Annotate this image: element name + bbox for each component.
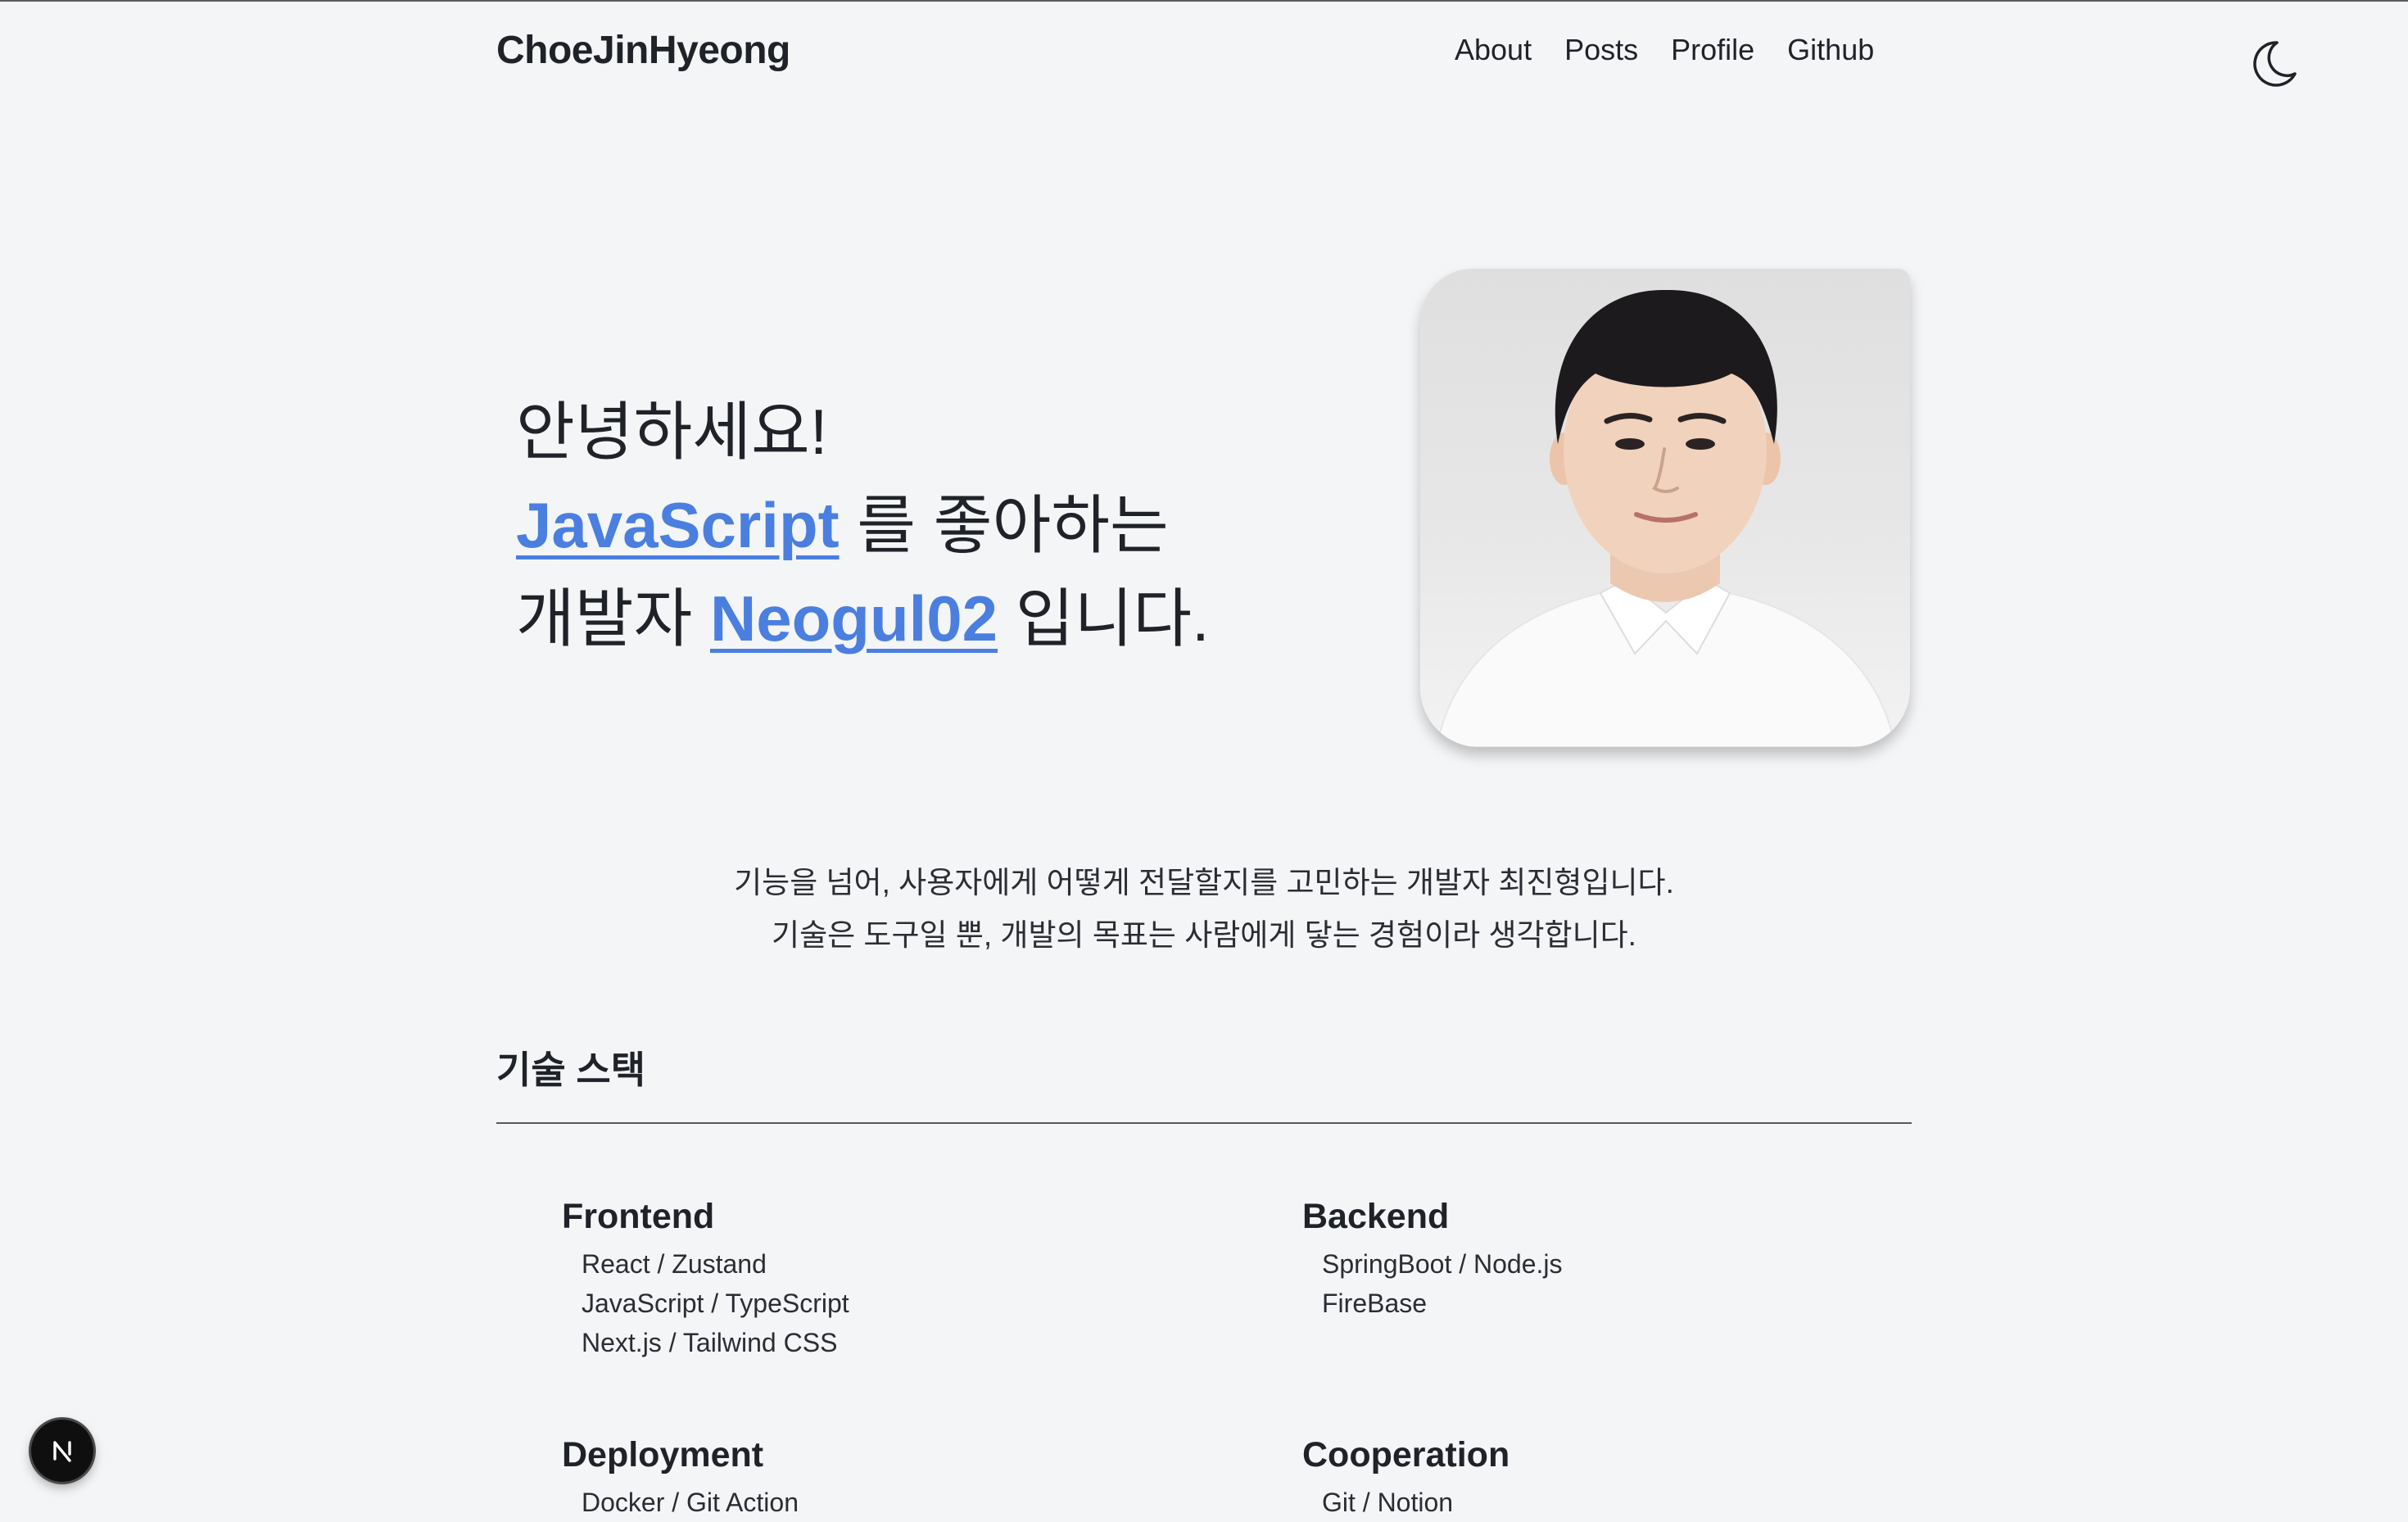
hero-line-3-prefix: 개발자 — [516, 582, 710, 655]
moon-icon — [2253, 41, 2297, 87]
stack-item: Docker / Git Action — [582, 1488, 799, 1517]
intro-line-1: 기능을 넘어, 사용자에게 어떻게 전달할지를 고민하는 개발자 최진형입니다. — [734, 866, 1674, 899]
intro-line-2: 기술은 도구일 뿐, 개발의 목표는 사람에게 닿는 경험이라 생각합니다. — [772, 918, 1636, 952]
stack-list: SpringBoot / Node.js FireBase — [1322, 1244, 1876, 1323]
stack-item: SpringBoot / Node.js — [1322, 1249, 1563, 1279]
nav-github[interactable]: Github — [1787, 33, 1874, 67]
hero-line-2-suffix: 를 좋아하는 — [839, 489, 1169, 561]
hero-line-2: JavaScript 를 좋아하는 — [516, 478, 1210, 572]
stack-group-deployment: Deployment Docker / Git Action — [562, 1432, 1135, 1522]
nextjs-dev-badge[interactable] — [31, 1420, 93, 1482]
stack-group-frontend: Frontend React / Zustand JavaScript / Ty… — [562, 1194, 1135, 1362]
stack-group-title: Cooperation — [1302, 1435, 1510, 1474]
nav-posts[interactable]: Posts — [1564, 33, 1638, 67]
section-divider — [496, 1122, 1912, 1124]
top-border — [0, 0, 2408, 2]
nav-about[interactable]: About — [1455, 33, 1532, 67]
main-nav: About Posts Profile Github — [1455, 33, 1874, 67]
stack-group-title: Deployment — [562, 1435, 764, 1474]
stack-group-backend: Backend SpringBoot / Node.js FireBase — [1302, 1194, 1876, 1323]
tech-stack-title: 기술 스택 — [496, 1049, 646, 1091]
github-name-link[interactable]: Neogul02 — [710, 582, 998, 655]
stack-list: Git / Notion — [1322, 1483, 1876, 1522]
hero-line-3: 개발자 Neogul02 입니다. — [516, 572, 1210, 665]
nav-profile[interactable]: Profile — [1671, 33, 1754, 67]
hero-line-1: 안녕하세요! — [516, 396, 828, 468]
stack-item: React / Zustand — [582, 1249, 767, 1279]
stack-item: FireBase — [1322, 1289, 1428, 1318]
intro: 기능을 넘어, 사용자에게 어떻게 전달할지를 고민하는 개발자 최진형입니다.… — [0, 857, 2408, 962]
stack-item: Next.js / Tailwind CSS — [582, 1328, 838, 1357]
theme-toggle-button[interactable] — [2247, 38, 2300, 90]
profile-photo — [1420, 269, 1910, 747]
stack-group-title: Frontend — [562, 1197, 715, 1236]
stack-list: Docker / Git Action — [582, 1483, 1135, 1522]
stack-group-title: Backend — [1302, 1197, 1450, 1236]
stack-item: Git / Notion — [1322, 1488, 1454, 1517]
stack-group-cooperation: Cooperation Git / Notion — [1302, 1432, 1876, 1522]
hero-greeting: 안녕하세요! JavaScript 를 좋아하는 개발자 Neogul02 입니… — [516, 385, 1210, 665]
site-title[interactable]: ChoeJinHyeong — [496, 28, 790, 73]
javascript-link[interactable]: JavaScript — [516, 489, 840, 561]
stack-item: JavaScript / TypeScript — [582, 1289, 849, 1318]
stack-list: React / Zustand JavaScript / TypeScript … — [582, 1244, 1135, 1362]
hero-line-3-suffix: 입니다. — [998, 582, 1210, 655]
nextjs-logo-icon — [53, 1441, 71, 1462]
